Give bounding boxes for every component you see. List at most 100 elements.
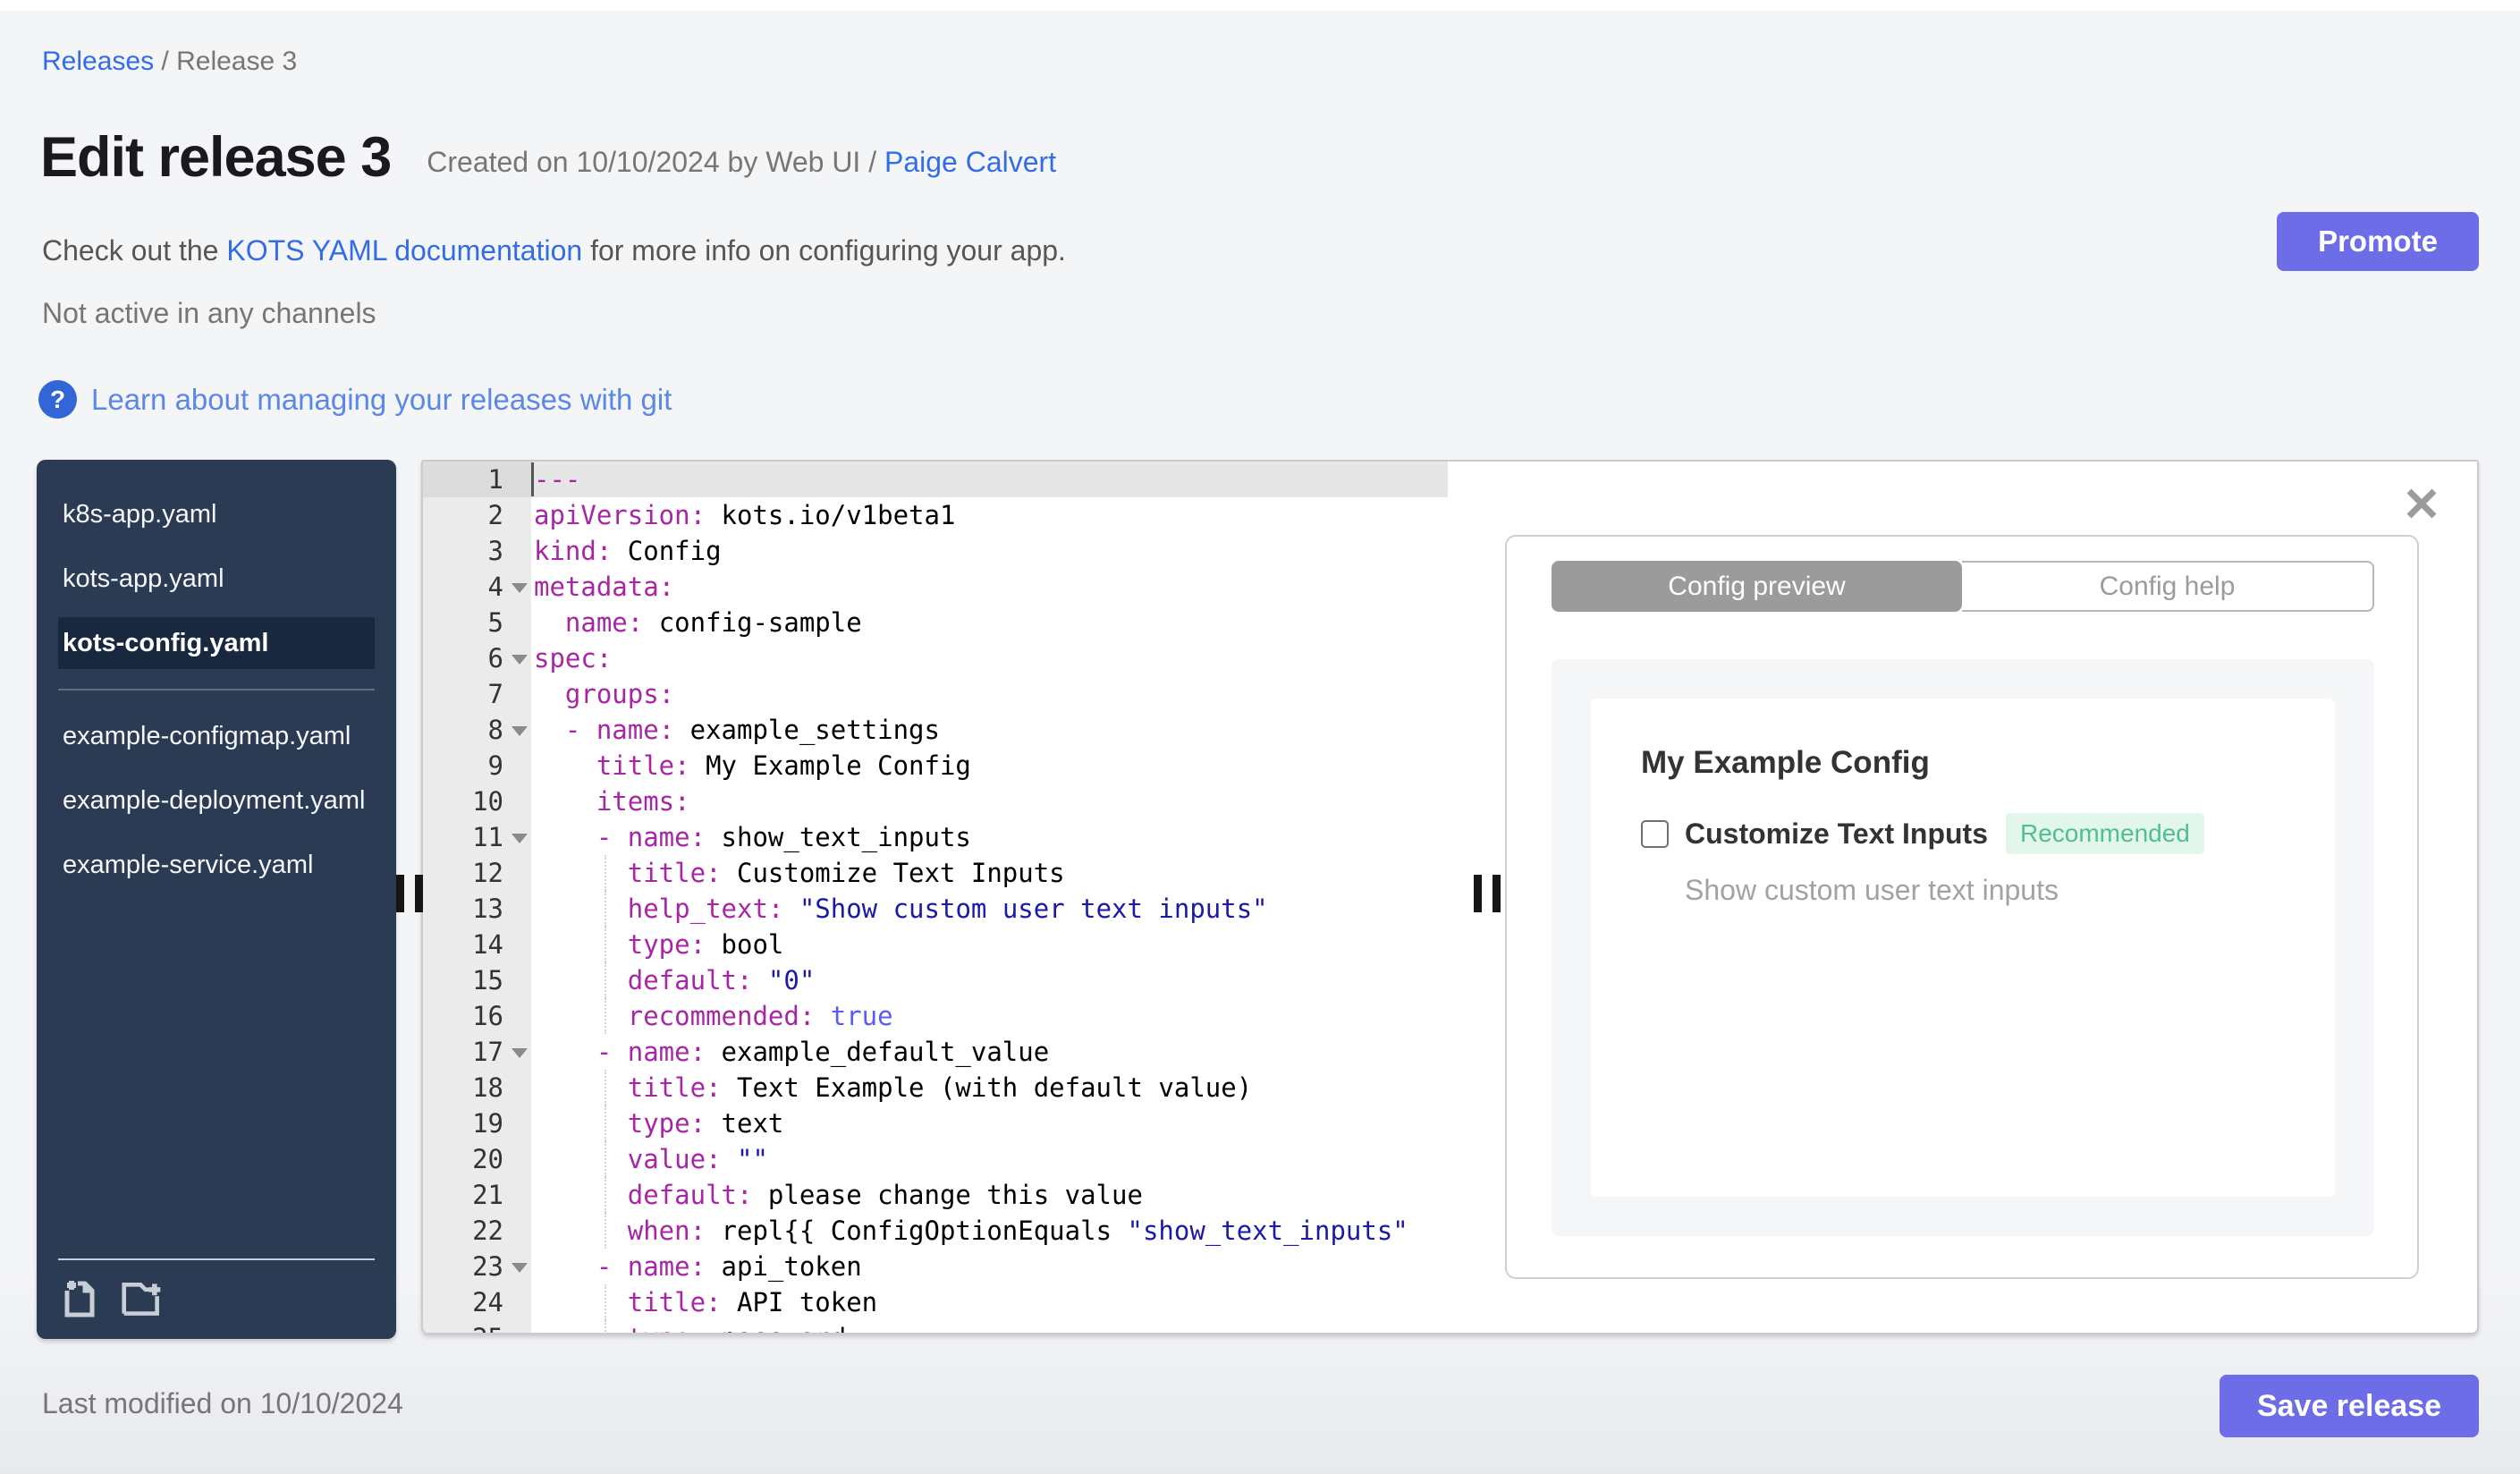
code-line-3: kind: Config (534, 533, 1448, 569)
code-line-5: name: config-sample (534, 605, 1448, 640)
gutter-row-25: 25 (423, 1320, 531, 1333)
last-modified-text: Last modified on 10/10/2024 (42, 1387, 403, 1419)
editor-resize-handle[interactable] (1474, 875, 1501, 912)
line-number: 6 (487, 643, 503, 673)
save-release-button[interactable]: Save release (2220, 1375, 2479, 1437)
gutter-row-12: 12 (423, 855, 531, 891)
code-token: title: (627, 1287, 722, 1317)
line-number: 15 (472, 965, 503, 995)
code-token: API token (721, 1287, 878, 1317)
resize-bar (1493, 875, 1501, 912)
tab-config-preview[interactable]: Config preview (1552, 561, 1962, 612)
line-number: 11 (472, 822, 503, 852)
created-text: Created on 10/10/2024 by Web UI / (427, 145, 884, 178)
code-token: type: (627, 929, 706, 960)
line-number: 16 (472, 1001, 503, 1031)
fold-toggle-icon[interactable] (512, 1048, 528, 1058)
code-token: bool (706, 929, 784, 960)
code-token: Customize Text Inputs (721, 858, 1065, 888)
code-token: "" (737, 1144, 768, 1174)
gutter-row-21: 21 (423, 1177, 531, 1213)
add-folder-icon[interactable] (121, 1278, 164, 1319)
gutter-row-19: 19 (423, 1106, 531, 1141)
created-author-link[interactable]: Paige Calvert (884, 146, 1056, 178)
code-line-8: - name: example_settings (534, 712, 1448, 748)
fold-toggle-icon[interactable] (512, 1263, 528, 1273)
code-token: title: (627, 858, 722, 888)
sidebar-file-kots-config.yaml[interactable]: kots-config.yaml (58, 617, 375, 669)
gutter-row-7: 7 (423, 676, 531, 712)
gutter-row-10: 10 (423, 784, 531, 819)
breadcrumb-releases-link[interactable]: Releases (42, 47, 154, 76)
code-line-16: recommended: true (534, 998, 1448, 1034)
code-token: type: (628, 1323, 706, 1333)
line-number: 3 (487, 536, 503, 566)
breadcrumb-current: Release 3 (176, 47, 298, 76)
code-token: help_text: (627, 894, 784, 924)
code-line-24: title: API token (534, 1284, 1448, 1320)
promote-button[interactable]: Promote (2277, 212, 2479, 271)
fold-toggle-icon[interactable] (512, 834, 528, 843)
code-token: when: (627, 1216, 706, 1246)
sidebar-file-example-deployment.yaml[interactable]: example-deployment.yaml (58, 775, 375, 826)
sidebar-resize-handle[interactable] (396, 875, 423, 912)
code-token: Text Example (with default value) (721, 1072, 1253, 1103)
config-group-title: My Example Config (1641, 745, 1930, 780)
sidebar-file-k8s-app.yaml[interactable]: k8s-app.yaml (58, 488, 375, 540)
recommended-badge: Recommended (2005, 813, 2204, 854)
line-number: 24 (472, 1287, 503, 1317)
code-line-23: - name: api_token (534, 1249, 1448, 1284)
kots-yaml-docs-link[interactable]: KOTS YAML documentation (226, 234, 582, 267)
add-file-icon[interactable] (58, 1278, 101, 1319)
code-token: recommended: (627, 1001, 816, 1031)
question-mark-icon[interactable]: ? (38, 380, 77, 419)
created-line: Created on 10/10/2024 by Web UI / Paige … (427, 146, 1056, 179)
config-item-help: Show custom user text inputs (1685, 874, 2059, 906)
code-token: name: (564, 607, 644, 638)
code-token: - name: (596, 1037, 706, 1067)
breadcrumb: Releases / Release 3 (42, 47, 297, 77)
code-token: "0" (767, 965, 816, 995)
yaml-editor[interactable]: 1 --- 2 apiVersion: kots.io/v1beta1 3 kind: C… (423, 462, 1448, 1333)
tab-config-help[interactable]: Config help (1962, 561, 2374, 612)
page-title: Edit release 3 (40, 126, 392, 189)
line-number: 22 (472, 1216, 503, 1246)
sidebar-file-kots-app.yaml[interactable]: kots-app.yaml (58, 553, 375, 605)
fold-toggle-icon[interactable] (512, 655, 528, 665)
sidebar-file-example-configmap.yaml[interactable]: example-configmap.yaml (58, 710, 375, 762)
code-token: kots.io/v1beta1 (706, 500, 956, 530)
code-line-10: items: (534, 784, 1448, 819)
code-token: kind: (534, 536, 613, 566)
code-token: text (706, 1108, 784, 1139)
channel-status: Not active in any channels (42, 297, 376, 329)
code-line-11: - name: show_text_inputs (534, 819, 1448, 855)
line-number: 9 (487, 750, 503, 781)
code-token: items: (596, 786, 690, 817)
close-preview-icon[interactable] (2403, 485, 2440, 522)
code-line-17: - name: example_default_value (534, 1034, 1448, 1070)
sidebar-file-example-service.yaml[interactable]: example-service.yaml (58, 839, 375, 891)
code-token: config-sample (643, 607, 862, 638)
code-token: show_text_inputs (706, 822, 971, 852)
git-releases-link[interactable]: Learn about managing your releases with … (91, 383, 672, 417)
line-number: 10 (472, 786, 503, 817)
line-number: 17 (472, 1037, 503, 1067)
fold-toggle-icon[interactable] (512, 726, 528, 736)
gutter-row-20: 20 (423, 1141, 531, 1177)
customize-text-inputs-checkbox[interactable] (1641, 819, 1669, 848)
code-token: groups: (564, 679, 675, 709)
page-title-row: Edit release 3 Created on 10/10/2024 by … (40, 125, 1056, 190)
file-list: k8s-app.yaml kots-app.yaml kots-config.yam… (37, 488, 396, 891)
text-cursor (531, 462, 534, 496)
code-token: Config (612, 536, 722, 566)
fold-toggle-icon[interactable] (512, 583, 528, 593)
